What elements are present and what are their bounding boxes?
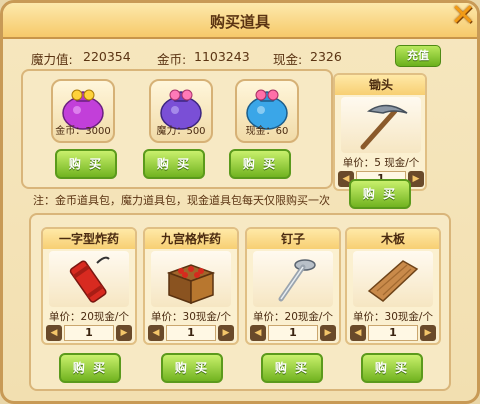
dynamite-price: 单价：20现金/个	[49, 311, 129, 323]
dynamite-card: 一字型炸药 单价：20现金/个 ◀ 1 ▶	[41, 227, 137, 345]
nail-name: 钉子	[247, 229, 339, 249]
plank-card: 木板 单价：30现金/个 ◀ 1 ▶	[345, 227, 441, 345]
close-icon[interactable]: ✕	[447, 1, 479, 33]
plank-quantity-input[interactable]: 1	[368, 325, 418, 341]
dynamite-quantity-stepper: ◀ 1 ▶	[46, 325, 132, 341]
magic-value: 220354	[83, 49, 131, 64]
nail-price: 单价：20现金/个	[253, 311, 333, 323]
hoe-name: 锄头	[335, 75, 425, 95]
crate-bomb-card: 九宫格炸药 单价：30现金/个 ◀ 1 ▶	[143, 227, 239, 345]
plank-name: 木板	[347, 229, 439, 249]
daily-limit-note: 注：金币道具包，魔力道具包，现金道具包每天仅限购买一次	[33, 194, 330, 207]
decrease-icon[interactable]: ◀	[148, 325, 164, 341]
dynamite-name: 一字型炸药	[43, 229, 135, 249]
cash-bag-item[interactable]: 现金：60	[235, 79, 299, 143]
dynamite-quantity-input[interactable]: 1	[64, 325, 114, 341]
buy-hoe-button[interactable]: 购 买	[349, 179, 411, 209]
decrease-icon[interactable]: ◀	[46, 325, 62, 341]
gold-bag-caption: 金币：3000	[55, 126, 111, 137]
hoe-price: 单价：5 现金/个	[342, 157, 420, 169]
cash-label: 现金:	[273, 52, 303, 67]
decrease-icon[interactable]: ◀	[250, 325, 266, 341]
buy-cash-bag-button[interactable]: 购 买	[229, 149, 291, 179]
window-title: 购买道具	[209, 13, 270, 31]
crate-bomb-image	[151, 251, 231, 307]
dynamite-image	[49, 251, 129, 307]
buy-gold-bag-button[interactable]: 购 买	[55, 149, 117, 179]
nail-quantity-stepper: ◀ 1 ▶	[250, 325, 336, 341]
crate-bomb-name: 九宫格炸药	[145, 229, 237, 249]
dynamite-icon	[69, 256, 110, 303]
shop-window: 购买道具 ✕ 魔力值: 220354 金币: 1103243 现金: 2326 …	[0, 0, 480, 404]
magic-label: 魔力值:	[31, 52, 73, 67]
hoe-card: 锄头 单价：5 现金/个 ◀ 1 ▶	[333, 73, 427, 191]
title-bar: 购买道具	[3, 3, 477, 39]
buy-plank-button[interactable]: 购 买	[361, 353, 423, 383]
crate-bomb-price: 单价：30现金/个	[151, 311, 231, 323]
plank-icon	[367, 260, 419, 302]
increase-icon[interactable]: ▶	[116, 325, 132, 341]
plank-image	[353, 251, 433, 307]
crate-bomb-quantity-stepper: ◀ 1 ▶	[148, 325, 234, 341]
crate-bomb-icon	[166, 264, 216, 305]
recharge-button[interactable]: 充值	[395, 45, 441, 67]
nail-quantity-input[interactable]: 1	[268, 325, 318, 341]
increase-icon[interactable]: ▶	[420, 325, 436, 341]
cash-bag-caption: 现金：60	[245, 126, 289, 137]
buy-nail-button[interactable]: 购 买	[261, 353, 323, 383]
plank-quantity-stepper: ◀ 1 ▶	[350, 325, 436, 341]
decrease-icon[interactable]: ◀	[350, 325, 366, 341]
buy-crate-bomb-button[interactable]: 购 买	[161, 353, 223, 383]
nail-card: 钉子 单价：20现金/个 ◀ 1 ▶	[245, 227, 341, 345]
gold-label: 金币:	[157, 52, 187, 67]
buy-dynamite-button[interactable]: 购 买	[59, 353, 121, 383]
cash-value: 2326	[310, 49, 342, 64]
magic-bag-item[interactable]: 魔力：500	[149, 79, 213, 143]
plank-price: 单价：30现金/个	[353, 311, 433, 323]
gold-bag-item[interactable]: 金币：3000	[51, 79, 115, 143]
buy-magic-bag-button[interactable]: 购 买	[143, 149, 205, 179]
increase-icon[interactable]: ▶	[218, 325, 234, 341]
nail-image	[253, 251, 333, 307]
crate-bomb-quantity-input[interactable]: 1	[166, 325, 216, 341]
gold-value: 1103243	[194, 49, 250, 64]
hoe-image	[341, 97, 421, 153]
nail-icon	[278, 259, 316, 302]
increase-icon[interactable]: ▶	[320, 325, 336, 341]
pickaxe-icon	[360, 104, 408, 150]
magic-bag-caption: 魔力：500	[156, 126, 206, 137]
